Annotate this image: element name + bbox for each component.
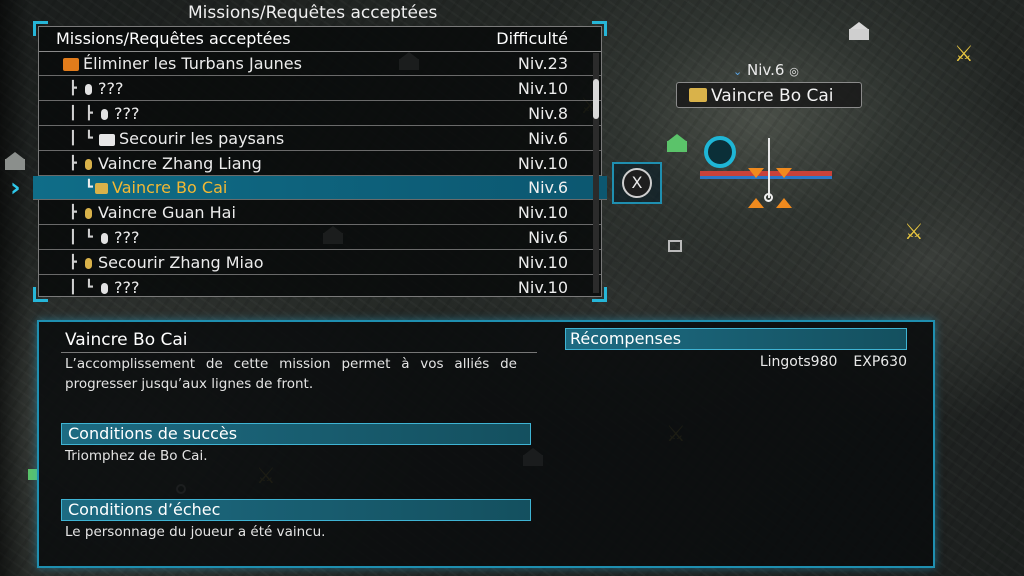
- scroll-icon: [85, 208, 92, 219]
- map-cursor-target: [764, 193, 773, 202]
- map-target-level: ⌄ Niv.6 ◎: [733, 61, 799, 79]
- unknown-mission-icon: [101, 283, 108, 294]
- scroll-icon: [689, 88, 707, 102]
- rewards-list: Lingots980 EXP630: [744, 354, 907, 370]
- mission-row[interactable]: ┣ Vaincre Guan Hai Niv.10: [39, 201, 601, 225]
- mission-detail-panel: Vaincre Bo Cai L’accomplissement de cett…: [37, 320, 935, 568]
- map-target-label: Vaincre Bo Cai: [676, 82, 862, 108]
- rewards-heading: Récompenses: [565, 328, 907, 350]
- scroll-icon: [85, 159, 92, 170]
- success-conditions-text: Triomphez de Bo Cai.: [65, 448, 208, 464]
- scroll-icon: [95, 183, 108, 194]
- book-icon: [63, 58, 79, 71]
- reward-exp: EXP630: [853, 354, 907, 370]
- castle-icon[interactable]: [2, 152, 28, 170]
- mission-row[interactable]: ┣ Secourir Zhang Miao Niv.10: [39, 251, 601, 275]
- camp-icon: [668, 240, 682, 252]
- panel-title: Missions/Requêtes acceptées: [188, 3, 438, 23]
- ally-force-bar: [700, 176, 832, 179]
- mission-row[interactable]: ┃ ┗ Secourir les paysans Niv.6: [39, 127, 601, 151]
- header-missions: Missions/Requêtes acceptées: [56, 29, 291, 48]
- mission-row-selected[interactable]: ┗ Vaincre Bo Cai Niv.6: [33, 176, 607, 200]
- reward-gold: Lingots980: [759, 354, 838, 370]
- enemy-swords-icon[interactable]: ⚔: [904, 222, 924, 244]
- scroll-icon: [85, 258, 92, 269]
- mission-row[interactable]: ┣ ??? Niv.10: [39, 77, 601, 101]
- pages-icon: [99, 133, 115, 146]
- cursor-bracket-icon: [748, 168, 764, 178]
- mission-row[interactable]: ┃ ┗ ??? Niv.10: [39, 276, 601, 300]
- unknown-mission-icon: [101, 109, 108, 120]
- scroll-left-arrow-icon[interactable]: ›: [10, 173, 21, 203]
- success-conditions-heading: Conditions de succès: [61, 423, 531, 445]
- unknown-mission-icon: [101, 233, 108, 244]
- mission-list-panel: Missions/Requêtes acceptées Difficulté É…: [33, 21, 607, 302]
- failure-conditions-heading: Conditions d’échec: [61, 499, 531, 521]
- unknown-mission-icon: [85, 84, 92, 95]
- mission-title: Vaincre Bo Cai: [65, 330, 188, 350]
- mission-row[interactable]: ┃ ┗ ??? Niv.6: [39, 226, 601, 250]
- mission-row[interactable]: ┃ ┣ ??? Niv.8: [39, 102, 601, 126]
- mission-list-scrollbar[interactable]: [593, 53, 599, 293]
- left-edge-shade: [0, 0, 30, 576]
- cursor-bracket-icon: [748, 198, 764, 208]
- mission-list-header: Missions/Requêtes acceptées Difficulté: [39, 27, 601, 52]
- player-location-icon: [704, 136, 736, 168]
- map-cursor-line: [768, 138, 770, 198]
- cursor-bracket-icon: [776, 168, 792, 178]
- failure-conditions-text: Le personnage du joueur a été vaincu.: [65, 524, 326, 540]
- title-divider: [61, 352, 537, 353]
- ally-castle-icon[interactable]: [664, 134, 690, 152]
- header-difficulty: Difficulté: [496, 29, 568, 48]
- mission-row[interactable]: ┣ Vaincre Zhang Liang Niv.10: [39, 152, 601, 176]
- cursor-bracket-icon: [776, 198, 792, 208]
- x-button-prompt[interactable]: X: [622, 168, 652, 198]
- scrollbar-thumb[interactable]: [593, 79, 599, 119]
- castle-icon[interactable]: [846, 22, 872, 40]
- enemy-swords-icon[interactable]: ⚔: [954, 44, 974, 66]
- mission-description: L’accomplissement de cette mission perme…: [65, 356, 517, 392]
- mission-row[interactable]: Éliminer les Turbans Jaunes Niv.23: [39, 52, 601, 76]
